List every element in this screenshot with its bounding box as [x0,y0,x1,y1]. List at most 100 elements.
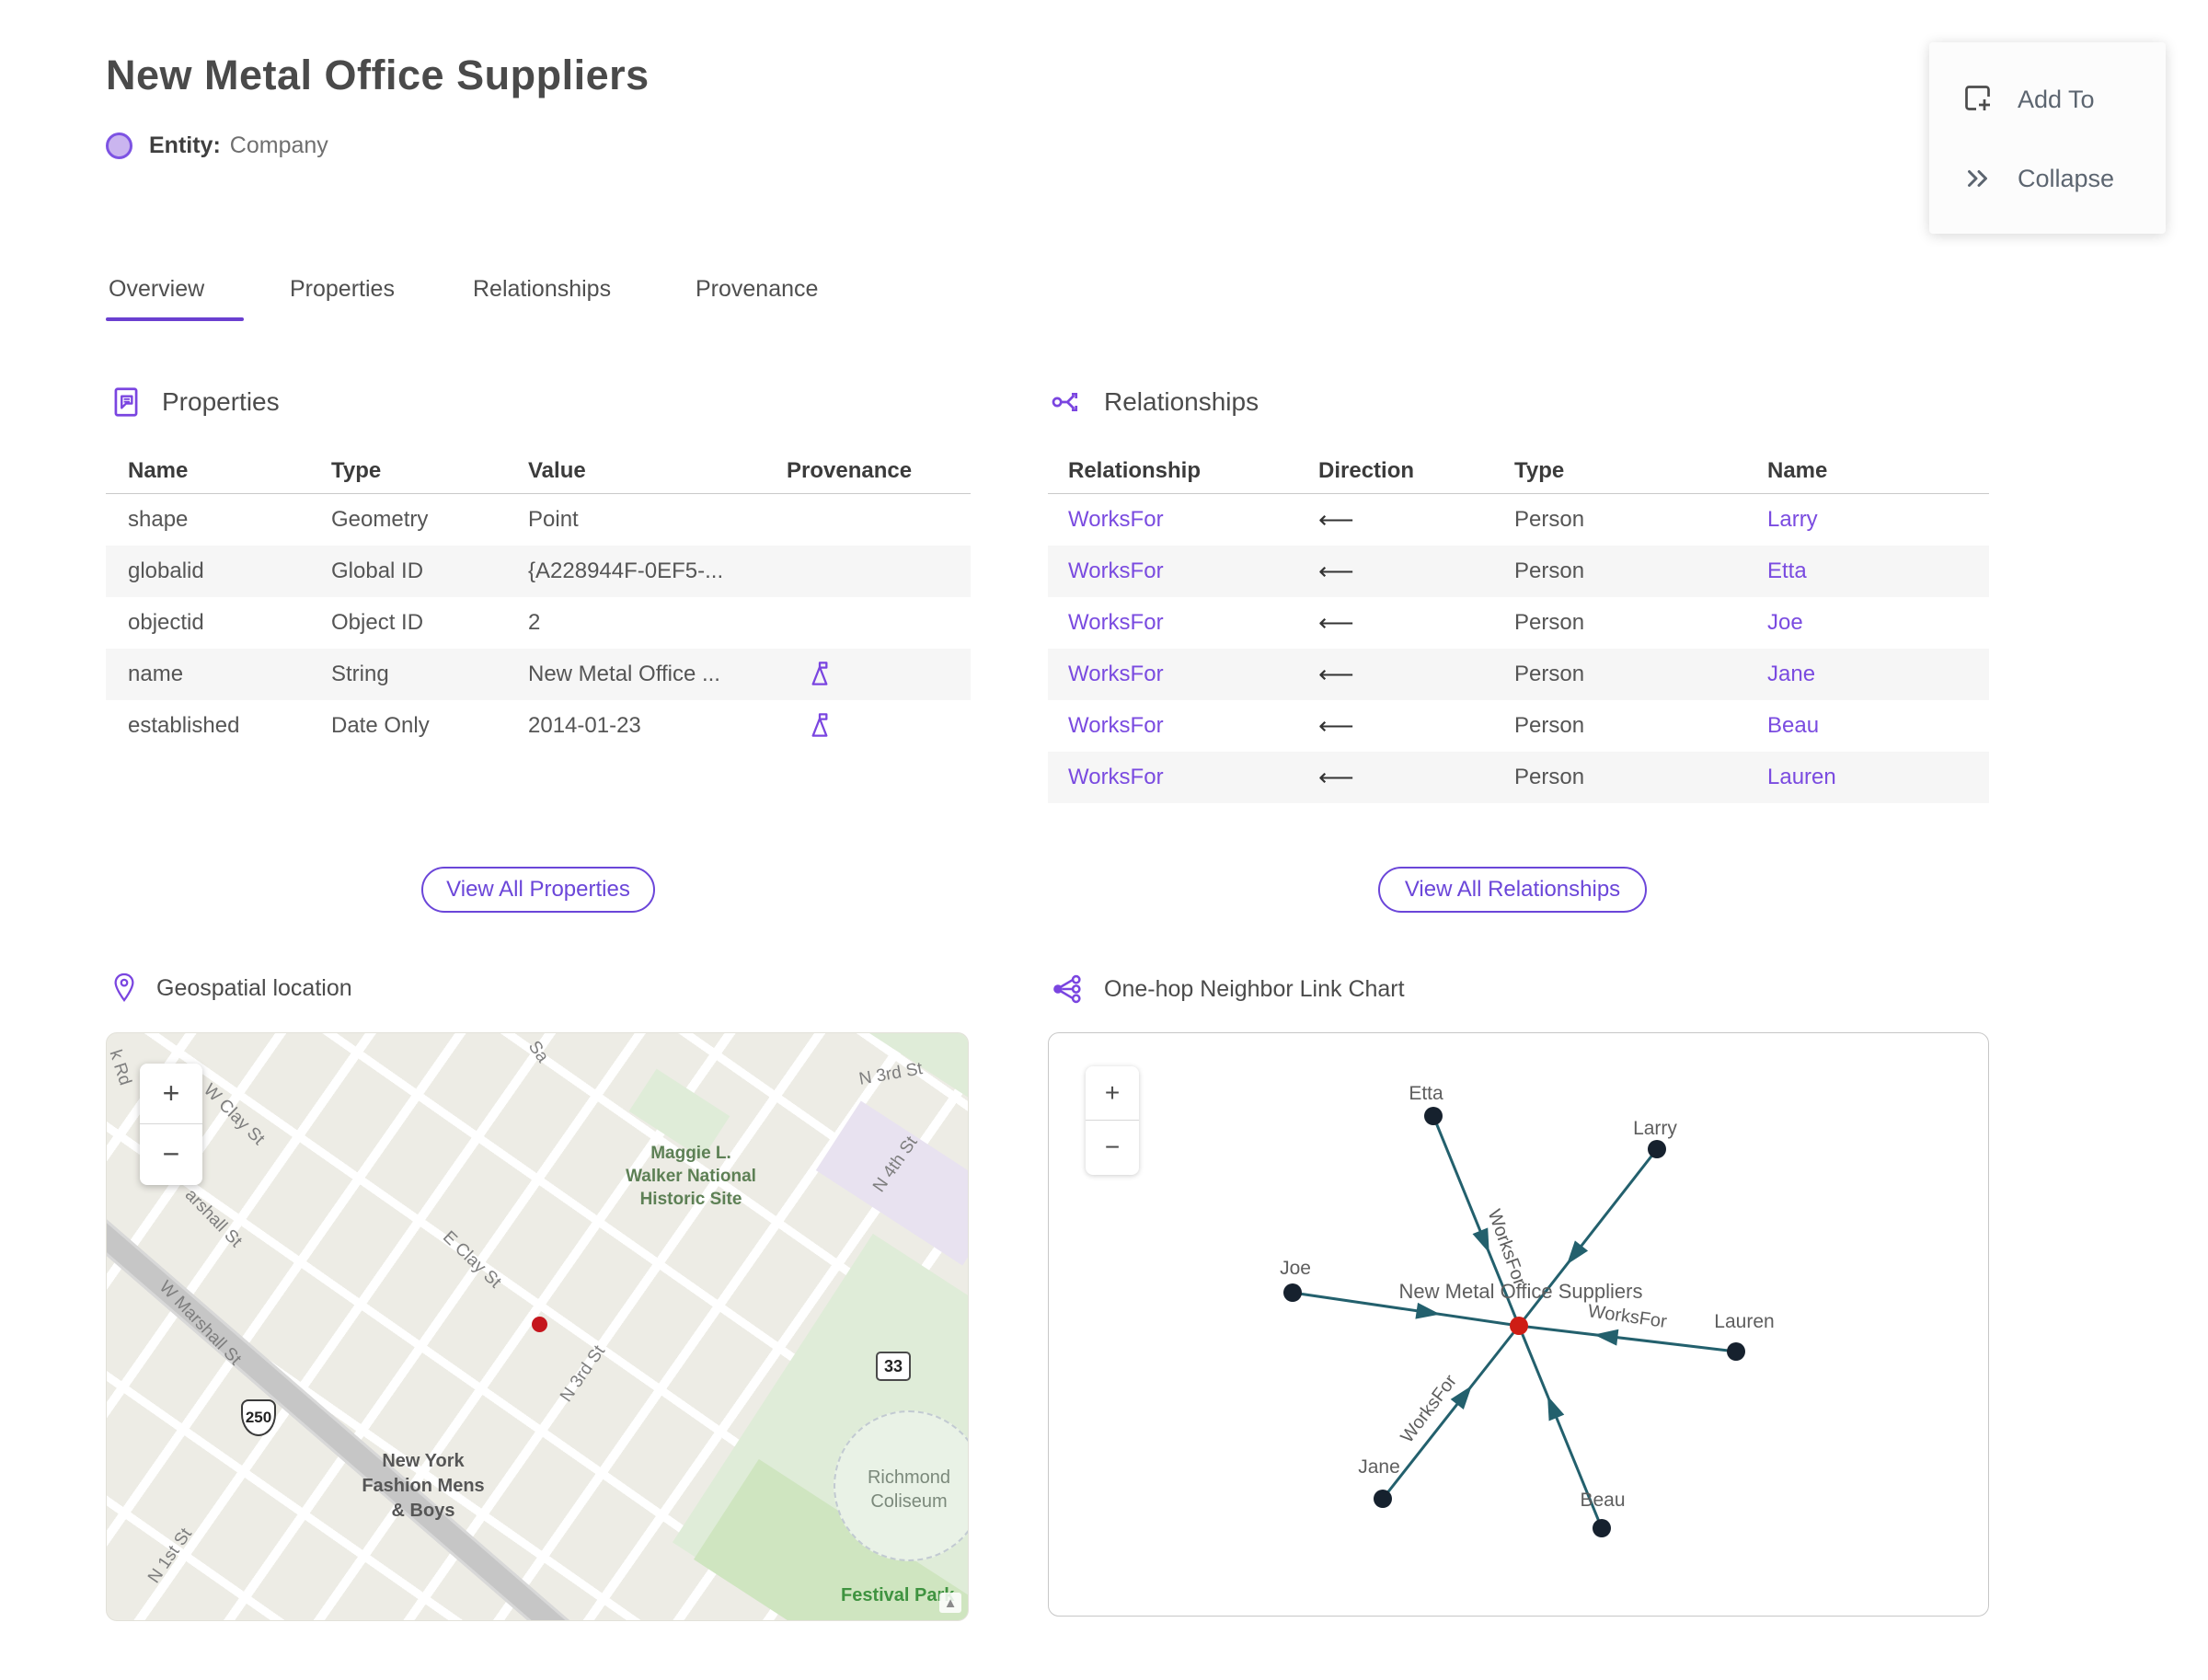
view-all-properties-button[interactable]: View All Properties [421,867,655,913]
node-beau[interactable] [1593,1519,1611,1537]
table-row: established Date Only 2014-01-23 [106,700,971,752]
related-type: Person [1514,713,1585,738]
table-row: WorksFor ⟵ Person Larry [1048,494,1989,546]
geospatial-section-title: Geospatial location [156,974,352,1001]
prop-value: Point [528,507,579,532]
collapse-button[interactable]: Collapse [1929,145,2166,212]
tab-relationships[interactable]: Relationships [473,276,611,303]
prop-name: shape [128,507,189,532]
relationship-link[interactable]: WorksFor [1048,765,1298,790]
col-value: Value [528,457,586,483]
col-name: Name [1767,457,1828,483]
col-relationship: Relationship [1068,457,1202,483]
poi-label-richmond-coliseum: Richmond Coliseum [867,1467,951,1512]
node-center-entity[interactable] [1510,1317,1528,1335]
poi-label-ny-fashion: New York Fashion Mens & Boys [362,1451,485,1521]
relationship-link[interactable]: WorksFor [1048,713,1298,739]
edge-lauren-center [1518,1324,1737,1353]
related-name-link[interactable]: Etta [1747,558,1989,584]
collapse-label: Collapse [2018,164,2115,192]
table-row: WorksFor ⟵ Person Etta [1048,546,1989,597]
relationship-link[interactable]: WorksFor [1048,507,1298,533]
related-name-link[interactable]: Beau [1747,713,1989,739]
relationships-table-header: Relationship Direction Type Name [1048,448,1989,494]
table-row: WorksFor ⟵ Person Joe [1048,597,1989,649]
properties-icon [114,387,138,417]
prop-name: established [128,713,240,738]
tab-properties[interactable]: Properties [290,276,395,303]
page-title: New Metal Office Suppliers [106,52,650,98]
street-label: N 3rd St [556,1341,610,1406]
prop-value: 2 [528,610,541,635]
node-larry[interactable] [1648,1140,1666,1158]
relationships-section-header: Relationships [1051,385,1259,420]
direction-arrow: ⟵ [1318,608,1354,637]
entity-type-dot [106,132,132,159]
provenance-flag-icon[interactable] [805,711,834,741]
table-row: WorksFor ⟵ Person Beau [1048,700,1989,752]
street-label: W Clay St [199,1080,269,1149]
street-label: W Marshall St [155,1277,246,1370]
map-zoom-control: + − [140,1064,202,1185]
linkchart-section-title: One-hop Neighbor Link Chart [1104,975,1405,1002]
route-shield-us250: 250 [241,1399,276,1436]
street-label: Sa [523,1037,553,1066]
table-row: globalid Global ID {A228944F-0EF5-... [106,546,971,597]
edge-jane-center [1381,1325,1521,1500]
map-attribution-toggle[interactable]: ▲ [939,1593,961,1613]
entity-location-marker[interactable] [532,1317,547,1332]
related-name-link[interactable]: Jane [1747,662,1989,687]
node-label-larry: Larry [1633,1118,1677,1139]
node-etta[interactable] [1424,1107,1443,1125]
linkchart-zoom-in-button[interactable]: + [1086,1066,1139,1121]
link-chart-icon [1053,974,1081,1004]
related-name-link[interactable]: Larry [1747,507,1989,533]
direction-arrow: ⟵ [1318,763,1354,791]
node-jane[interactable] [1374,1490,1392,1508]
node-label-jane: Jane [1358,1456,1400,1478]
map-zoom-out-button[interactable]: − [140,1124,202,1184]
node-lauren[interactable] [1727,1342,1745,1361]
street-label: E Clay St [439,1227,505,1293]
relationship-link[interactable]: WorksFor [1048,558,1298,584]
prop-name: objectid [128,610,204,635]
provenance-flag-icon[interactable] [805,660,834,689]
node-label-lauren: Lauren [1714,1311,1774,1332]
related-name-link[interactable]: Joe [1747,610,1989,636]
relationship-link[interactable]: WorksFor [1048,662,1298,687]
route-shield-33: 33 [876,1352,911,1381]
tab-overview[interactable]: Overview [109,276,204,303]
prop-type: Object ID [331,610,424,635]
node-label-center: New Metal Office Suppliers [1399,1280,1643,1303]
direction-arrow: ⟵ [1318,711,1354,740]
edge-arrowhead [1566,1240,1589,1265]
linkchart-zoom-out-button[interactable]: − [1086,1121,1139,1174]
properties-table-header: Name Type Value Provenance [106,448,971,494]
add-to-label: Add To [2018,85,2095,113]
map-zoom-in-button[interactable]: + [140,1064,202,1124]
table-row: WorksFor ⟵ Person Lauren [1048,752,1989,803]
poi-label-maggie-walker: Maggie L. Walker National Historic Site [626,1144,756,1209]
prop-value: {A228944F-0EF5-... [528,558,724,583]
linkchart-zoom-control: + − [1086,1066,1139,1175]
relationship-link[interactable]: WorksFor [1048,610,1298,636]
related-name-link[interactable]: Lauren [1747,765,1989,790]
add-to-icon [1965,86,1990,110]
node-joe[interactable] [1283,1283,1302,1302]
relationships-icon [1052,392,1078,412]
poi-label-festival-park: Festival Park [841,1585,955,1605]
view-all-relationships-button[interactable]: View All Relationships [1378,867,1647,913]
node-label-etta: Etta [1409,1083,1443,1104]
relationships-section-title: Relationships [1104,387,1259,416]
street-label: k Rd [106,1047,135,1088]
map-canvas[interactable]: k Rd W Clay St Sa N 3rd St N 4th St arsh… [106,1032,969,1621]
add-to-button[interactable]: Add To [1929,66,2166,132]
active-tab-indicator [106,317,244,321]
link-chart-canvas[interactable]: WorksFor WorksFor WorksFor Etta Larry Jo… [1048,1032,1989,1617]
properties-section-title: Properties [162,387,280,416]
street-label: N 1st St [144,1525,196,1587]
action-menu: Add To Collapse [1929,42,2166,234]
related-type: Person [1514,765,1585,789]
prop-name: name [128,662,184,686]
tab-provenance[interactable]: Provenance [696,276,818,303]
